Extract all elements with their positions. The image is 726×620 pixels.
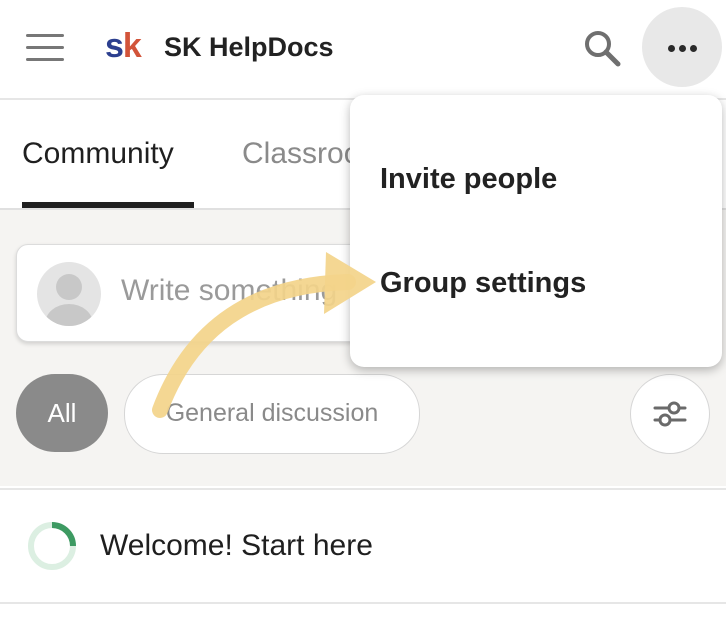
more-options-menu: Invite people Group settings [350, 95, 722, 367]
more-options-button[interactable] [642, 7, 722, 87]
avatar [37, 262, 101, 326]
app-logo: sk [105, 26, 142, 66]
composer-placeholder: Write something [121, 274, 338, 307]
progress-ring-icon [28, 522, 76, 570]
hamburger-menu-icon[interactable] [26, 34, 64, 62]
more-horizontal-icon [668, 45, 675, 52]
more-dot [690, 45, 697, 52]
menu-item-group-settings[interactable]: Group settings [380, 255, 700, 311]
active-tab-indicator [22, 202, 194, 208]
list-item-welcome[interactable]: Welcome! Start here [0, 488, 726, 604]
logo-letter-k: k [122, 27, 142, 65]
tab-community[interactable]: Community [22, 134, 174, 174]
more-dot [679, 45, 686, 52]
sliders-icon[interactable] [630, 374, 710, 454]
list-item-title: Welcome! Start here [100, 529, 373, 562]
app-title: SK HelpDocs [164, 32, 334, 62]
menu-item-invite-people[interactable]: Invite people [380, 151, 700, 207]
app-header: sk SK HelpDocs [0, 0, 726, 100]
filter-chip-all[interactable]: All [16, 374, 108, 452]
filter-chip-general-discussion[interactable]: General discussion [124, 374, 420, 454]
search-icon[interactable] [582, 28, 622, 68]
logo-letter-s: s [105, 27, 124, 65]
